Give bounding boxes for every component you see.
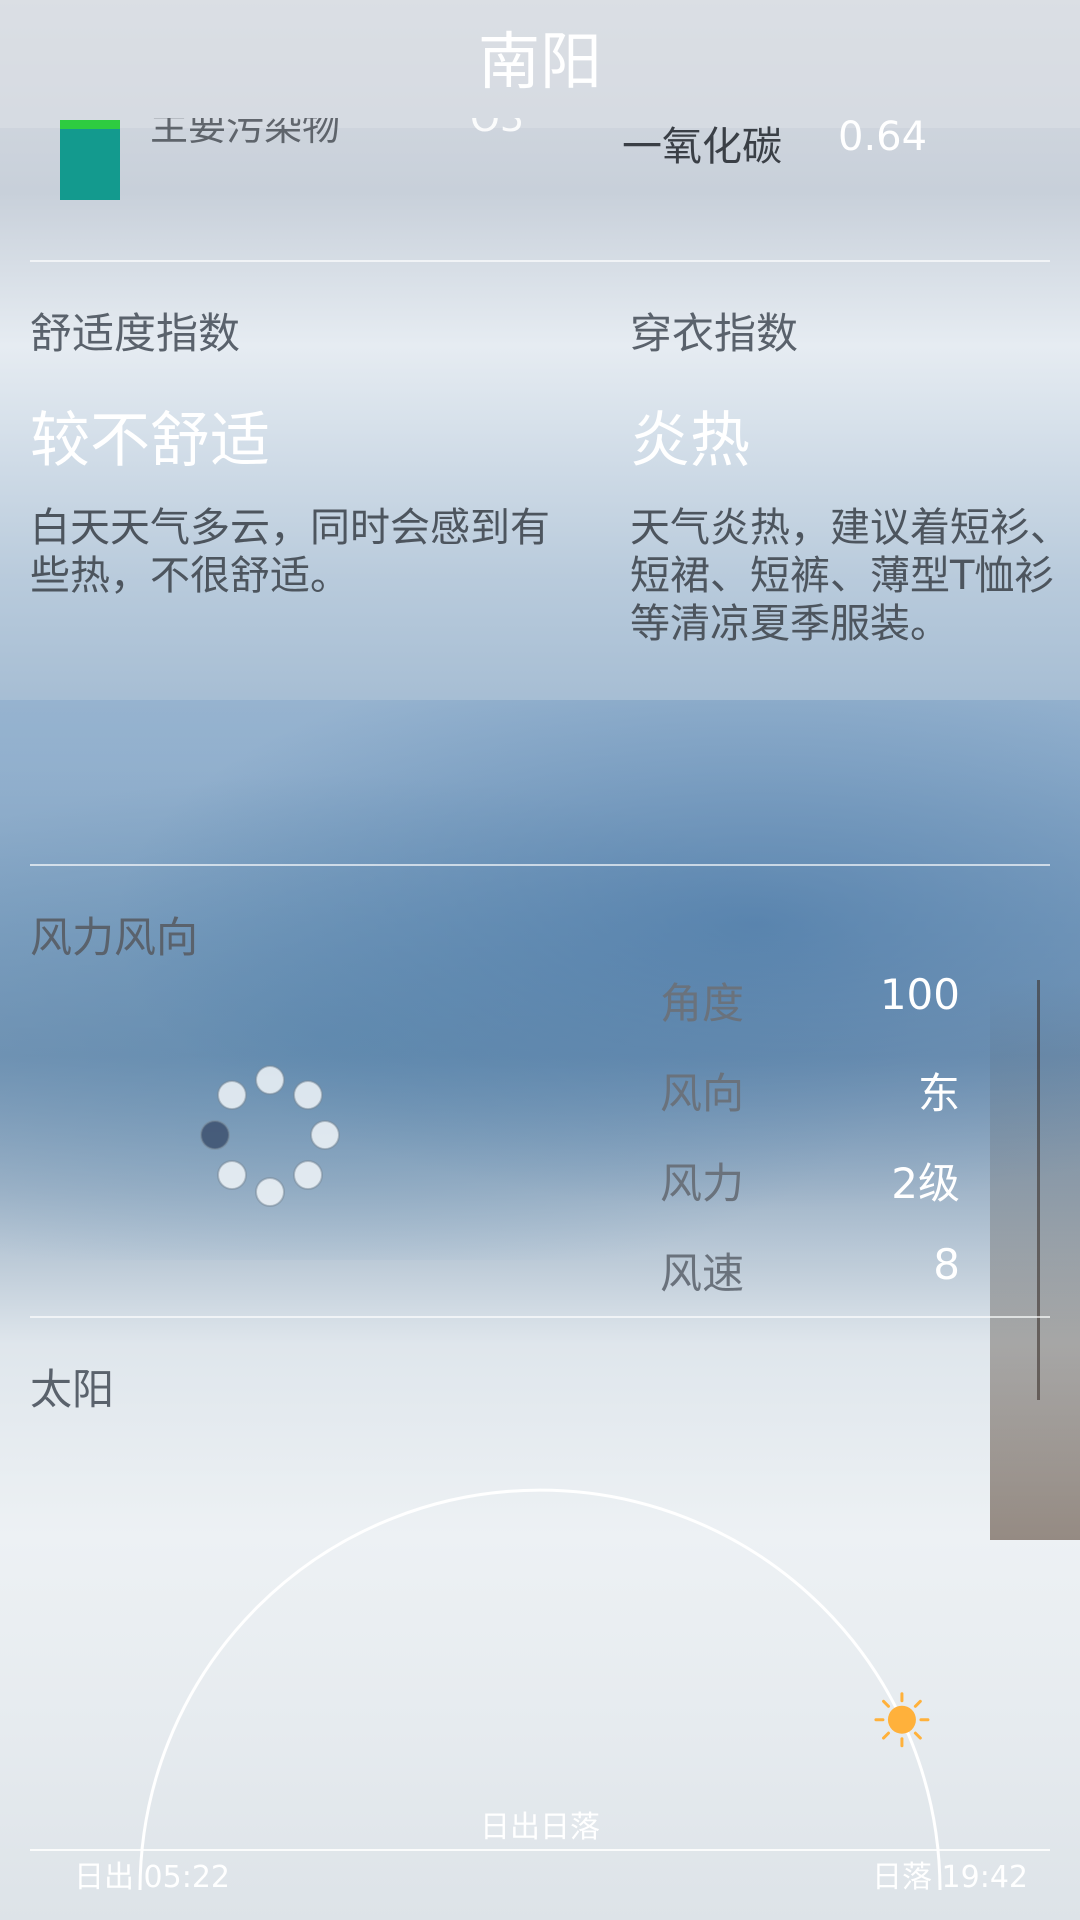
comfort-index-desc: 白天天气多云，同时会感到有些热，不很舒适。 <box>30 505 550 599</box>
section-divider <box>30 864 1050 866</box>
sun-path-chart <box>30 1488 1050 1891</box>
app-header: 南阳 <box>0 0 1080 128</box>
co-label: 一氧化碳 <box>622 124 782 170</box>
wind-speed-label: 风速 <box>660 1249 745 1298</box>
wind-speed-value: 8 <box>933 1240 960 1289</box>
city-name[interactable]: 南阳 <box>0 26 1080 98</box>
comfort-index-value: 较不舒适 <box>30 406 270 476</box>
wind-row-direction: 风向 东 <box>660 1060 960 1120</box>
background-ship-mast <box>1037 980 1040 1400</box>
sunset-time: 日落 19:42 <box>872 1860 1028 1895</box>
sun-ray <box>913 1699 922 1708</box>
wind-angle-value: 100 <box>879 970 960 1019</box>
dressing-index-title: 穿衣指数 <box>630 309 799 358</box>
wind-section-title: 风力风向 <box>30 913 199 962</box>
wind-force-value: 2级 <box>891 1159 960 1208</box>
sunrise-time: 日出 05:22 <box>74 1860 230 1895</box>
wind-row-angle: 角度 100 <box>660 970 960 1030</box>
comfort-index-title: 舒适度指数 <box>30 309 241 358</box>
dressing-index-desc: 天气炎热，建议着短衫、短裙、短裤、薄型T恤衫等清凉夏季服装。 <box>630 505 1070 647</box>
sun-icon <box>874 1692 930 1748</box>
wind-row-speed: 风速 8 <box>660 1240 960 1300</box>
sun-ray <box>882 1731 890 1740</box>
sunrise-sunset-caption: 日出日落 <box>480 1810 600 1845</box>
aqi-color-bar <box>60 120 120 200</box>
section-divider <box>30 1316 1050 1318</box>
dressing-index-value: 炎热 <box>630 406 750 476</box>
wind-row-force: 风力 2级 <box>660 1150 960 1210</box>
sun-ray <box>882 1699 890 1708</box>
windmill-icon <box>200 1065 340 1207</box>
wind-direction-value: 东 <box>917 1069 960 1118</box>
co-value: 0.64 <box>838 114 928 160</box>
sun-section-title: 太阳 <box>30 1365 115 1414</box>
wind-angle-label: 角度 <box>660 979 745 1028</box>
section-divider <box>30 260 1050 262</box>
wind-force-label: 风力 <box>660 1159 745 1208</box>
aqi-color-bar-top <box>60 120 120 129</box>
wind-direction-label: 风向 <box>660 1069 745 1118</box>
sun-ray <box>913 1731 922 1740</box>
